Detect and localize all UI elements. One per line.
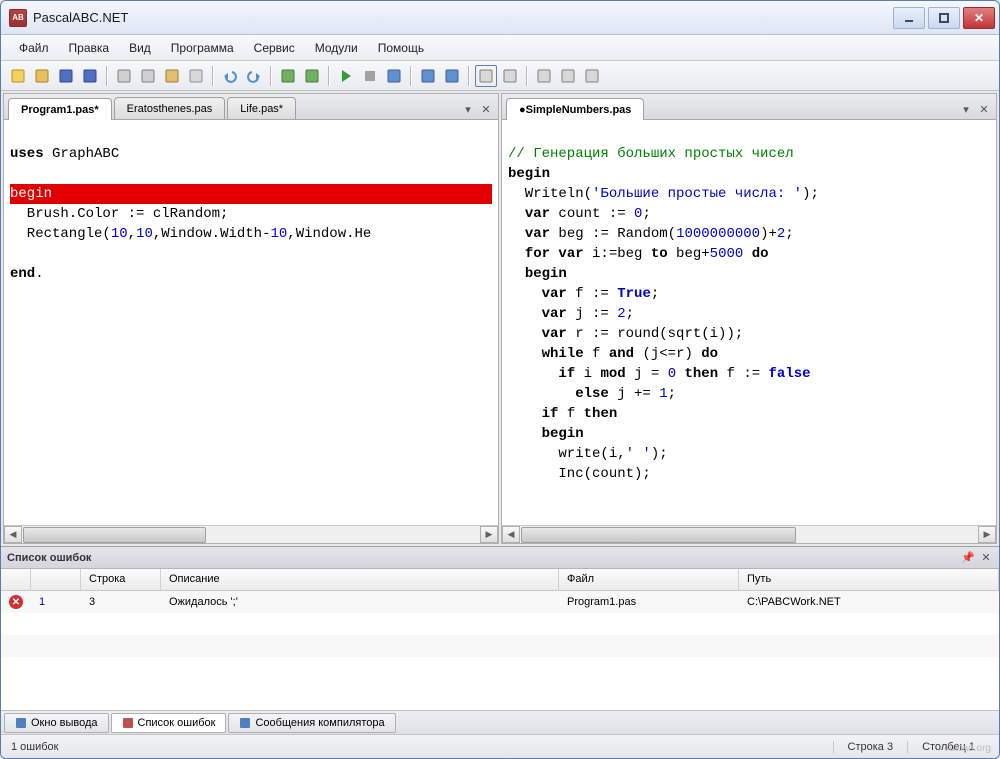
bottom-tab-output-icon[interactable]: Окно вывода bbox=[4, 713, 109, 733]
new-file-icon[interactable] bbox=[7, 65, 29, 87]
error-row-empty bbox=[1, 657, 999, 679]
errors-columns-header: Строка Описание Файл Путь bbox=[1, 569, 999, 591]
close-button[interactable]: ✕ bbox=[963, 7, 995, 29]
errors-panel-title: Список ошибок bbox=[7, 552, 957, 564]
left-h-scrollbar[interactable]: ◀ ▶ bbox=[4, 525, 498, 543]
app-icon: AB bbox=[9, 9, 27, 27]
open-icon[interactable] bbox=[31, 65, 53, 87]
left-code-editor[interactable]: uses GraphABC begin Brush.Color := clRan… bbox=[4, 120, 498, 525]
col-description[interactable]: Описание bbox=[161, 569, 559, 590]
errors-icon bbox=[122, 717, 134, 729]
paste-icon[interactable] bbox=[161, 65, 183, 87]
error-num: 1 bbox=[31, 596, 81, 608]
error-row-empty bbox=[1, 635, 999, 657]
pin-icon[interactable]: 📌 bbox=[961, 551, 975, 565]
col-number[interactable] bbox=[31, 569, 81, 590]
form-icon[interactable] bbox=[499, 65, 521, 87]
error-path: C:\PABCWork.NET bbox=[739, 596, 999, 608]
right-tab-bar: ●SimpleNumbers.pas ▾✕ bbox=[502, 94, 996, 120]
error-line: 3 bbox=[81, 596, 161, 608]
scroll-left-icon[interactable]: ◀ bbox=[502, 526, 520, 543]
error-row-empty bbox=[1, 613, 999, 635]
cut-icon[interactable] bbox=[113, 65, 135, 87]
errors-panel-header: Список ошибок 📌 ✕ bbox=[1, 547, 999, 569]
menu-вид[interactable]: Вид bbox=[119, 37, 161, 59]
menu-сервис[interactable]: Сервис bbox=[244, 37, 305, 59]
tab-menu-icon[interactable]: ▾ bbox=[958, 101, 974, 117]
col-icon[interactable] bbox=[1, 569, 31, 590]
redo-icon[interactable] bbox=[243, 65, 265, 87]
status-errors: 1 ошибок bbox=[11, 741, 833, 753]
error-icon: ✕ bbox=[9, 595, 23, 609]
tab-menu-icon[interactable]: ▾ bbox=[460, 101, 476, 117]
error-desc: Ожидалось ';' bbox=[161, 596, 559, 608]
page1-icon[interactable] bbox=[533, 65, 555, 87]
menu-помощь[interactable]: Помощь bbox=[368, 37, 434, 59]
scroll-right-icon[interactable]: ▶ bbox=[480, 526, 498, 543]
save-all-icon[interactable] bbox=[79, 65, 101, 87]
console-icon[interactable] bbox=[475, 65, 497, 87]
messages-icon bbox=[239, 717, 251, 729]
titlebar: AB PascalABC.NET ✕ bbox=[1, 1, 999, 35]
bottom-tabs: Окно выводаСписок ошибокСообщения компил… bbox=[1, 710, 999, 734]
tab-eratosthenespas[interactable]: Eratosthenes.pas bbox=[114, 97, 226, 119]
save-icon[interactable] bbox=[55, 65, 77, 87]
statusbar: 1 ошибок Строка 3 Столбец 1 bbox=[1, 734, 999, 758]
col-path[interactable]: Путь bbox=[739, 569, 999, 590]
scroll-left-icon[interactable]: ◀ bbox=[4, 526, 22, 543]
tab-lifepas[interactable]: Life.pas* bbox=[227, 97, 296, 119]
duplicate-icon[interactable] bbox=[185, 65, 207, 87]
menu-файл[interactable]: Файл bbox=[9, 37, 59, 59]
watermark: ruload.org bbox=[946, 743, 991, 754]
menu-программа[interactable]: Программа bbox=[161, 37, 244, 59]
tab-simplenumberspas[interactable]: ●SimpleNumbers.pas bbox=[506, 98, 644, 120]
copy-icon[interactable] bbox=[137, 65, 159, 87]
right-code-editor[interactable]: // Генерация больших простых чисел begin… bbox=[502, 120, 996, 525]
tab-program1pas[interactable]: Program1.pas* bbox=[8, 98, 112, 120]
errors-list: ✕ 13Ожидалось ';'Program1.pasC:\PABCWork.… bbox=[1, 591, 999, 710]
compile-icon[interactable] bbox=[277, 65, 299, 87]
status-line: Строка 3 bbox=[833, 741, 908, 753]
col-file[interactable]: Файл bbox=[559, 569, 739, 590]
bottom-tab-messages-icon[interactable]: Сообщения компилятора bbox=[228, 713, 395, 733]
col-line[interactable]: Строка bbox=[81, 569, 161, 590]
step-icon[interactable] bbox=[383, 65, 405, 87]
minimize-button[interactable] bbox=[893, 7, 925, 29]
left-tab-bar: Program1.pas*Eratosthenes.pasLife.pas* ▾✕ bbox=[4, 94, 498, 120]
main-window: AB PascalABC.NET ✕ ФайлПравкаВидПрограмм… bbox=[0, 0, 1000, 759]
output-icon bbox=[15, 717, 27, 729]
page3-icon[interactable] bbox=[581, 65, 603, 87]
tab-close-icon[interactable]: ✕ bbox=[478, 101, 494, 117]
right-h-scrollbar[interactable]: ◀ ▶ bbox=[502, 525, 996, 543]
error-file: Program1.pas bbox=[559, 596, 739, 608]
content-area: Program1.pas*Eratosthenes.pasLife.pas*▾✕… bbox=[1, 91, 999, 546]
toolbar bbox=[1, 61, 999, 91]
run-icon[interactable] bbox=[335, 65, 357, 87]
step-over-icon[interactable] bbox=[441, 65, 463, 87]
scrollbar-thumb[interactable] bbox=[521, 527, 796, 543]
bottom-tab-errors-icon[interactable]: Список ошибок bbox=[111, 713, 227, 733]
scroll-right-icon[interactable]: ▶ bbox=[978, 526, 996, 543]
page2-icon[interactable] bbox=[557, 65, 579, 87]
menu-правка[interactable]: Правка bbox=[59, 37, 120, 59]
maximize-button[interactable] bbox=[928, 7, 960, 29]
scrollbar-thumb[interactable] bbox=[23, 527, 206, 543]
build-icon[interactable] bbox=[301, 65, 323, 87]
menubar: ФайлПравкаВидПрограммаСервисМодулиПомощь bbox=[1, 35, 999, 61]
left-editor-pane: Program1.pas*Eratosthenes.pasLife.pas* ▾✕… bbox=[3, 93, 499, 544]
panel-close-icon[interactable]: ✕ bbox=[979, 551, 993, 565]
tab-close-icon[interactable]: ✕ bbox=[976, 101, 992, 117]
window-title: PascalABC.NET bbox=[33, 10, 893, 25]
right-editor-pane: ●SimpleNumbers.pas ▾✕ // Генерация больши… bbox=[501, 93, 997, 544]
stop-icon[interactable] bbox=[359, 65, 381, 87]
undo-icon[interactable] bbox=[219, 65, 241, 87]
menu-модули[interactable]: Модули bbox=[305, 37, 368, 59]
error-row[interactable]: ✕ 13Ожидалось ';'Program1.pasC:\PABCWork.… bbox=[1, 591, 999, 613]
errors-panel: Список ошибок 📌 ✕ Строка Описание Файл П… bbox=[1, 546, 999, 734]
step-into-icon[interactable] bbox=[417, 65, 439, 87]
